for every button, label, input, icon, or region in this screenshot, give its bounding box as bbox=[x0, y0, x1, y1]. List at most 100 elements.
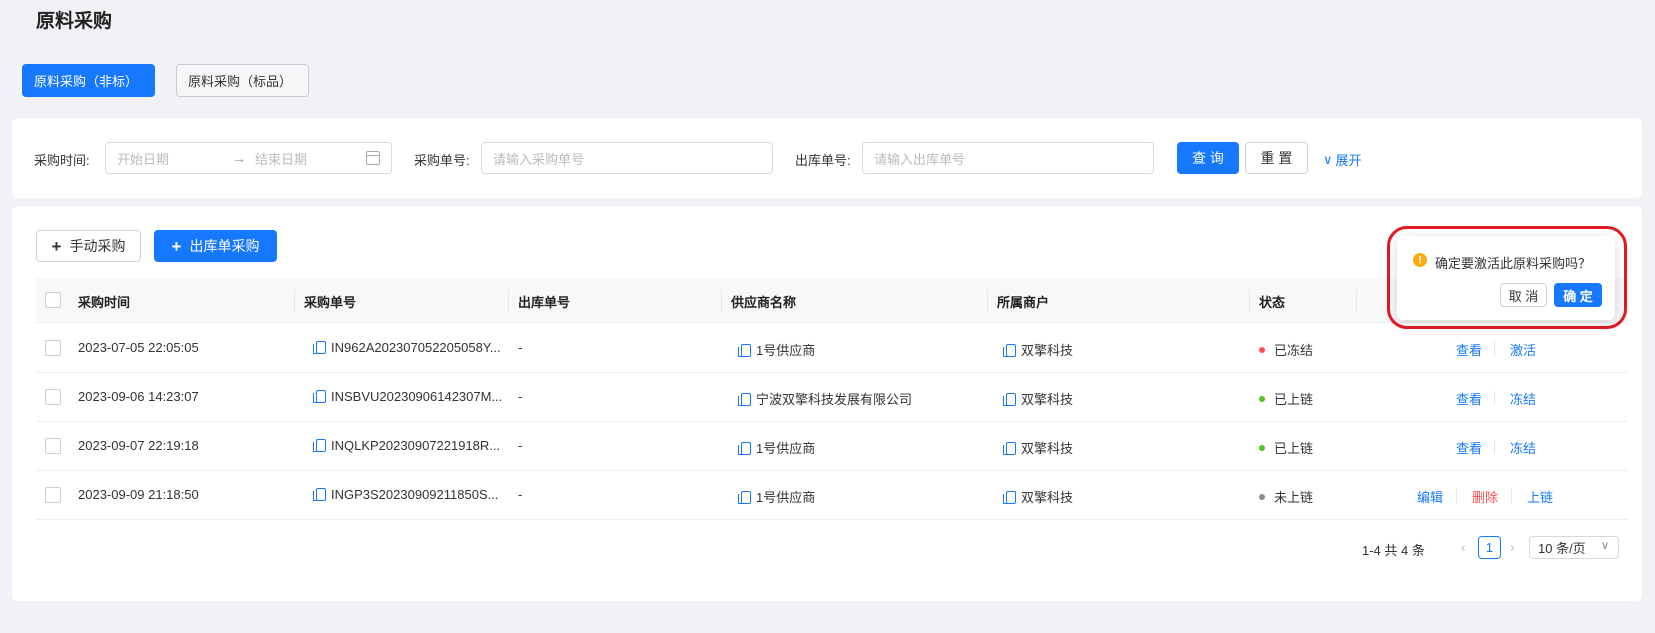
purchase-time: 2023-09-09 21:18:50 bbox=[78, 487, 199, 502]
view-button[interactable]: 查看 bbox=[1456, 438, 1482, 457]
popconfirm-message: 确定要激活此原料采购吗？ bbox=[1435, 256, 1592, 271]
outbound-no-input[interactable]: 请输入出库单号 bbox=[862, 142, 1154, 174]
end-date-input[interactable]: 结束日期 bbox=[255, 149, 366, 168]
column-divider bbox=[294, 290, 295, 312]
status-text: 已上链 bbox=[1274, 441, 1314, 456]
order-no[interactable]: INGP3S20230909211850S... bbox=[313, 487, 499, 502]
order-no[interactable]: IN962A202307052205058Y... bbox=[313, 340, 501, 355]
manual-purchase-button[interactable]: + 手动采购 bbox=[36, 230, 141, 262]
manual-purchase-label: 手动采购 bbox=[69, 238, 126, 254]
status-badge: 已上链 bbox=[1259, 389, 1313, 408]
cancel-button[interactable]: 取 消 bbox=[1500, 283, 1547, 307]
view-button[interactable]: 查看 bbox=[1456, 389, 1482, 408]
warning-icon: ! bbox=[1413, 253, 1427, 267]
arrow-right-icon: → bbox=[232, 150, 246, 166]
copy-icon[interactable] bbox=[738, 344, 751, 357]
copy-icon[interactable] bbox=[1003, 491, 1016, 504]
outbound-purchase-button[interactable]: + 出库单采购 bbox=[154, 230, 277, 262]
status-badge: 已冻结 bbox=[1259, 340, 1313, 359]
column-divider bbox=[987, 290, 988, 312]
supplier: 1号供应商 bbox=[738, 438, 815, 457]
merchant-text: 双擎科技 bbox=[1021, 392, 1074, 407]
copy-icon[interactable] bbox=[313, 439, 326, 452]
order-no-input[interactable]: 请输入采购单号 bbox=[481, 142, 773, 174]
purchase-time-label: 采购时间: bbox=[34, 153, 90, 168]
status-dot bbox=[1259, 347, 1265, 353]
row-checkbox[interactable] bbox=[45, 340, 61, 356]
status-dot bbox=[1259, 396, 1265, 402]
action-divider bbox=[1494, 440, 1495, 454]
tab-standard[interactable]: 原料采购（标品） bbox=[176, 64, 309, 97]
tab-bar: 原料采购（非标） 原料采购（标品） bbox=[22, 64, 309, 97]
start-date-input[interactable]: 开始日期 bbox=[117, 149, 232, 168]
copy-icon[interactable] bbox=[1003, 393, 1016, 406]
expand-label: 展开 bbox=[1335, 153, 1362, 168]
col-supplier: 供应商名称 bbox=[731, 295, 797, 310]
outbound-no-label: 出库单号: bbox=[795, 153, 851, 168]
col-outbound-no: 出库单号 bbox=[518, 295, 571, 310]
freeze-button[interactable]: 冻结 bbox=[1510, 389, 1536, 408]
next-page-icon[interactable]: › bbox=[1510, 539, 1515, 555]
order-no-text: IN962A202307052205058Y... bbox=[331, 340, 501, 355]
supplier: 1号供应商 bbox=[738, 487, 816, 506]
order-no-text: INSBVU20230906142307M... bbox=[331, 389, 503, 404]
status-badge: 未上链 bbox=[1259, 487, 1313, 506]
order-no-text: INQLKP20230907221918R... bbox=[331, 438, 501, 453]
expand-link[interactable]: ∨ 展开 bbox=[1323, 150, 1362, 169]
supplier-text: 宁波双擎科技发展有限公司 bbox=[756, 392, 913, 407]
order-no-label: 采购单号: bbox=[414, 153, 470, 168]
copy-icon[interactable] bbox=[738, 393, 751, 406]
confirm-button[interactable]: 确 定 bbox=[1554, 283, 1602, 307]
query-button[interactable]: 查 询 bbox=[1177, 142, 1239, 174]
view-button[interactable]: 查看 bbox=[1456, 340, 1482, 359]
purchase-time: 2023-07-05 22:05:05 bbox=[78, 340, 199, 355]
table-row: 2023-07-05 22:05:05 IN962A20230705220505… bbox=[36, 324, 1628, 373]
activate-button[interactable]: 激活 bbox=[1510, 340, 1536, 359]
col-merchant: 所属商户 bbox=[997, 295, 1050, 310]
outbound-no: - bbox=[518, 438, 523, 453]
col-order-no: 采购单号 bbox=[304, 295, 357, 310]
outbound-no: - bbox=[518, 487, 523, 502]
order-no[interactable]: INQLKP20230907221918R... bbox=[313, 438, 501, 453]
date-range-picker[interactable]: 开始日期 → 结束日期 bbox=[105, 142, 392, 174]
select-all-checkbox[interactable] bbox=[45, 292, 61, 308]
status-badge: 已上链 bbox=[1259, 438, 1313, 457]
order-no-text: INGP3S20230909211850S... bbox=[331, 487, 499, 502]
merchant-text: 双擎科技 bbox=[1021, 490, 1074, 505]
status-text: 已冻结 bbox=[1274, 343, 1314, 358]
row-checkbox[interactable] bbox=[45, 487, 61, 503]
delete-button[interactable]: 删除 bbox=[1472, 487, 1498, 506]
purchase-time: 2023-09-07 22:19:18 bbox=[78, 438, 199, 453]
action-divider bbox=[1494, 342, 1495, 356]
reset-button[interactable]: 重 置 bbox=[1245, 142, 1308, 174]
order-no[interactable]: INSBVU20230906142307M... bbox=[313, 389, 503, 404]
copy-icon[interactable] bbox=[313, 390, 326, 403]
tab-non-standard[interactable]: 原料采购（非标） bbox=[22, 64, 155, 97]
freeze-button[interactable]: 冻结 bbox=[1510, 438, 1536, 457]
copy-icon[interactable] bbox=[313, 488, 326, 501]
merchant: 双擎科技 bbox=[1003, 389, 1074, 408]
supplier-text: 1号供应商 bbox=[756, 343, 816, 358]
chain-up-button[interactable]: 上链 bbox=[1527, 487, 1553, 506]
copy-icon[interactable] bbox=[738, 491, 751, 504]
copy-icon[interactable] bbox=[313, 341, 326, 354]
copy-icon[interactable] bbox=[738, 442, 751, 455]
column-divider bbox=[1356, 290, 1357, 312]
row-checkbox[interactable] bbox=[45, 438, 61, 454]
copy-icon[interactable] bbox=[1003, 442, 1016, 455]
column-divider bbox=[508, 290, 509, 312]
supplier: 1号供应商 bbox=[738, 340, 816, 359]
supplier-text: 1号供应商 bbox=[756, 490, 816, 505]
status-dot bbox=[1259, 445, 1265, 451]
status-text: 未上链 bbox=[1274, 490, 1314, 505]
table-row: 2023-09-09 21:18:50 INGP3S20230909211850… bbox=[36, 471, 1628, 520]
copy-icon[interactable] bbox=[1003, 344, 1016, 357]
plus-icon: + bbox=[51, 236, 62, 256]
row-checkbox[interactable] bbox=[45, 389, 61, 405]
page-size-select[interactable]: 10 条/页 ∨ bbox=[1529, 536, 1619, 559]
prev-page-icon[interactable]: ‹ bbox=[1461, 539, 1466, 555]
filter-panel: 采购时间: 开始日期 → 结束日期 采购单号: 请输入采购单号 出库单号: 请输… bbox=[12, 118, 1642, 198]
chevron-down-icon: ∨ bbox=[1323, 151, 1333, 167]
page-number-1[interactable]: 1 bbox=[1478, 536, 1501, 559]
edit-button[interactable]: 编辑 bbox=[1417, 487, 1443, 506]
